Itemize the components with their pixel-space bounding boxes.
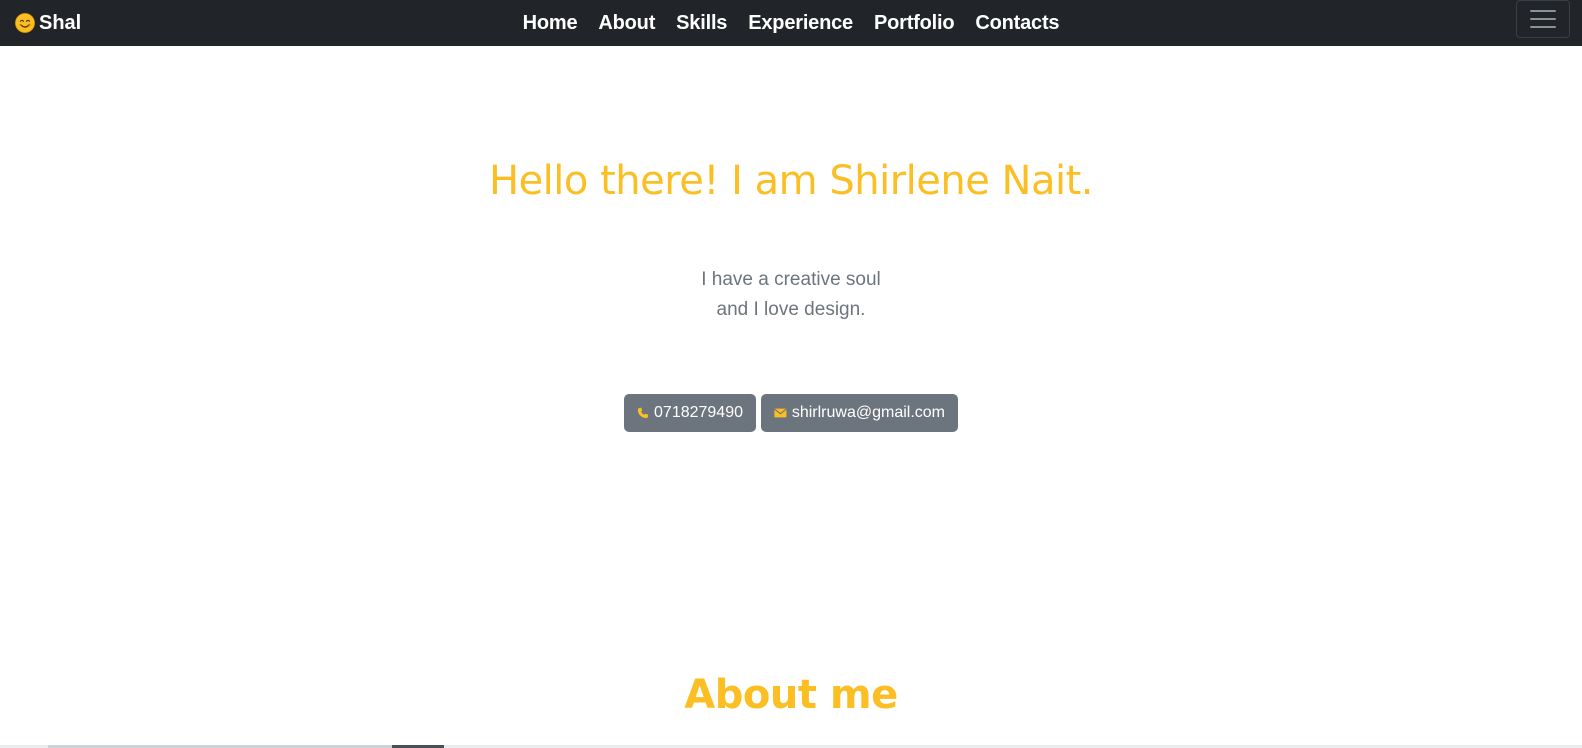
smiling-face-icon <box>15 13 35 33</box>
tagline-line-2: and I love design. <box>716 299 866 320</box>
top-navbar: Shal Home About Skills Experience Portfo… <box>0 0 1582 46</box>
hamburger-menu-icon-bar <box>1530 26 1556 28</box>
nav-links: Home About Skills Experience Portfolio C… <box>0 8 1582 38</box>
email-button[interactable]: shirlruwa@gmail.com <box>761 394 958 432</box>
phone-number: 0718279490 <box>654 404 743 421</box>
nav-link-contacts[interactable]: Contacts <box>975 12 1059 35</box>
hero-tagline: I have a creative soul and I love design… <box>0 265 1582 325</box>
nav-link-skills[interactable]: Skills <box>676 12 727 35</box>
phone-button[interactable]: 0718279490 <box>624 394 756 432</box>
tagline-line-1: I have a creative soul <box>701 269 881 290</box>
nav-link-home[interactable]: Home <box>523 12 578 35</box>
hamburger-menu-icon <box>1530 10 1556 12</box>
phone-icon <box>637 407 649 419</box>
brand-link[interactable]: Shal <box>15 8 81 38</box>
about-section-title: About me <box>684 672 898 718</box>
nav-link-portfolio[interactable]: Portfolio <box>874 12 955 35</box>
nav-link-experience[interactable]: Experience <box>748 12 853 35</box>
hamburger-menu-icon-bar <box>1530 18 1556 20</box>
contact-buttons: 0718279490 shirlruwa@gmail.com <box>0 394 1582 432</box>
brand-label: Shal <box>39 11 82 34</box>
navbar-toggler-button[interactable] <box>1516 0 1570 38</box>
nav-link-about[interactable]: About <box>598 12 655 35</box>
hero-title: Hello there! I am Shirlene Nait. <box>488 158 1094 204</box>
email-address: shirlruwa@gmail.com <box>791 404 945 421</box>
envelope-icon <box>774 408 787 418</box>
